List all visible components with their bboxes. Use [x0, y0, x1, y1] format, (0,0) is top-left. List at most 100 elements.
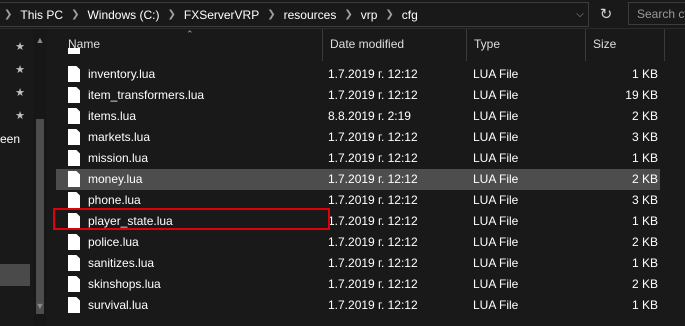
navigation-pane: ★ ★ ★ ★ een ▲ ▼	[0, 29, 48, 326]
breadcrumb-fxservervrp[interactable]: FXServerVRP	[182, 8, 261, 22]
lua-file-icon	[68, 192, 80, 208]
file-name: skinshops.lua	[88, 277, 161, 291]
nav-item-selected[interactable]	[0, 264, 30, 286]
file-list: ⌃ Name Date modified Type Size inventory…	[48, 29, 685, 326]
file-type: LUA File	[473, 193, 519, 207]
file-size: 1 KB	[631, 298, 658, 312]
table-row[interactable]: items.lua 8.8.2019 г. 2:19 LUA File 2 KB	[56, 106, 660, 127]
chevron-right-icon[interactable]: ❯	[338, 9, 358, 20]
table-row[interactable]: item_transformers.lua 1.7.2019 г. 12:12 LU…	[56, 85, 660, 106]
breadcrumb-this-pc[interactable]: This PC	[18, 8, 65, 22]
table-row[interactable]: survival.lua 1.7.2019 г. 12:12 LUA File 1 K…	[56, 295, 660, 316]
lua-file-icon	[68, 255, 80, 271]
list-item-partial[interactable]	[56, 48, 256, 54]
lua-file-icon	[68, 129, 80, 145]
file-date-modified: 8.8.2019 г. 2:19	[328, 109, 411, 123]
file-type: LUA File	[473, 235, 519, 249]
file-date-modified: 1.7.2019 г. 12:12	[328, 151, 418, 165]
scroll-down-icon[interactable]: ▼	[33, 299, 47, 313]
file-name: items.lua	[88, 109, 137, 123]
pin-icon: ★	[15, 40, 25, 53]
address-dropdown-icon[interactable]: ⌵	[572, 3, 588, 26]
table-row[interactable]: inventory.lua 1.7.2019 г. 12:12 LUA File 1 …	[56, 64, 660, 85]
file-size: 1 KB	[631, 67, 658, 81]
file-type: LUA File	[473, 172, 519, 186]
table-row[interactable]: mission.lua 1.7.2019 г. 12:12 LUA File 1 KB	[56, 148, 660, 169]
file-date-modified: 1.7.2019 г. 12:12	[328, 172, 418, 186]
address-bar: ❯ This PC ❯ Windows (C:) ❯ FXServerVRP ❯…	[0, 0, 685, 29]
breadcrumb-resources[interactable]: resources	[282, 8, 339, 22]
file-size: 3 KB	[631, 130, 658, 144]
file-date-modified: 1.7.2019 г. 12:12	[328, 88, 418, 102]
table-row[interactable]: money.lua 1.7.2019 г. 12:12 LUA File 2 KB	[56, 169, 660, 190]
pin-icon: ★	[15, 86, 25, 99]
column-divider[interactable]	[664, 29, 665, 61]
chevron-right-icon[interactable]: ❯	[65, 9, 85, 20]
file-type: LUA File	[473, 88, 519, 102]
breadcrumb-vrp[interactable]: vrp	[359, 8, 380, 22]
chevron-right-icon[interactable]: ❯	[161, 9, 181, 20]
breadcrumb-windows-c[interactable]: Windows (C:)	[85, 8, 161, 22]
file-name: mission.lua	[88, 151, 149, 165]
file-name: markets.lua	[88, 130, 151, 144]
file-type: LUA File	[473, 214, 519, 228]
file-date-modified: 1.7.2019 г. 12:12	[328, 193, 418, 207]
pin-icon: ★	[15, 109, 25, 122]
lua-file-icon	[68, 234, 80, 250]
chevron-right-icon[interactable]: ❯	[0, 9, 18, 20]
pin-icon: ★	[15, 63, 25, 76]
file-size: 2 KB	[631, 172, 658, 186]
file-name: survival.lua	[88, 298, 149, 312]
table-row[interactable]: police.lua 1.7.2019 г. 12:12 LUA File 2 KB	[56, 232, 660, 253]
file-date-modified: 1.7.2019 г. 12:12	[328, 277, 418, 291]
file-name: sanitizes.lua	[88, 256, 155, 270]
lua-file-icon	[68, 108, 80, 124]
lua-file-icon	[68, 87, 80, 103]
file-name: inventory.lua	[88, 67, 156, 81]
refresh-icon[interactable]: ↻	[596, 4, 616, 24]
scroll-up-icon[interactable]: ▲	[33, 33, 47, 47]
table-row[interactable]: skinshops.lua 1.7.2019 г. 12:12 LUA File 2 …	[56, 274, 660, 295]
file-date-modified: 1.7.2019 г. 12:12	[328, 67, 418, 81]
lua-file-icon	[68, 297, 80, 313]
lua-file-icon	[68, 276, 80, 292]
chevron-right-icon[interactable]: ❯	[261, 9, 281, 20]
column-header-type[interactable]: Type	[466, 29, 586, 61]
file-size: 1 KB	[631, 214, 658, 228]
lua-file-icon	[68, 171, 80, 187]
file-date-modified: 1.7.2019 г. 12:12	[328, 214, 418, 228]
lua-file-icon	[68, 48, 80, 54]
lua-file-icon	[68, 150, 80, 166]
file-size: 2 KB	[631, 109, 658, 123]
column-header-date[interactable]: Date modified	[322, 29, 466, 61]
column-header-size[interactable]: Size	[585, 29, 665, 61]
file-size: 1 KB	[631, 256, 658, 270]
file-type: LUA File	[473, 67, 519, 81]
file-type: LUA File	[473, 298, 519, 312]
chevron-right-icon[interactable]: ❯	[379, 9, 399, 20]
breadcrumb[interactable]: ❯ This PC ❯ Windows (C:) ❯ FXServerVRP ❯…	[0, 2, 589, 27]
search-input[interactable]: Search cf	[628, 2, 685, 25]
table-row[interactable]: markets.lua 1.7.2019 г. 12:12 LUA File 3 KB	[56, 127, 660, 148]
file-date-modified: 1.7.2019 г. 12:12	[328, 130, 418, 144]
file-date-modified: 1.7.2019 г. 12:12	[328, 298, 418, 312]
file-name: item_transformers.lua	[88, 88, 205, 102]
file-size: 2 KB	[631, 277, 658, 291]
file-date-modified: 1.7.2019 г. 12:12	[328, 256, 418, 270]
nav-scrollbar-thumb[interactable]	[36, 119, 44, 314]
file-size: 3 KB	[631, 193, 658, 207]
breadcrumb-cfg[interactable]: cfg	[400, 8, 420, 22]
file-size: 2 KB	[631, 235, 658, 249]
column-header-row: ⌃ Name Date modified Type Size	[48, 29, 685, 61]
column-header-name[interactable]: Name	[60, 29, 324, 61]
file-name: police.lua	[88, 235, 139, 249]
lua-file-icon	[68, 66, 80, 82]
nav-item-label[interactable]: een	[0, 132, 20, 146]
file-size: 1 KB	[631, 151, 658, 165]
file-type: LUA File	[473, 109, 519, 123]
file-type: LUA File	[473, 151, 519, 165]
table-row[interactable]: sanitizes.lua 1.7.2019 г. 12:12 LUA File 1 …	[56, 253, 660, 274]
file-name: money.lua	[88, 172, 143, 186]
highlight-box	[53, 208, 330, 230]
file-date-modified: 1.7.2019 г. 12:12	[328, 235, 418, 249]
